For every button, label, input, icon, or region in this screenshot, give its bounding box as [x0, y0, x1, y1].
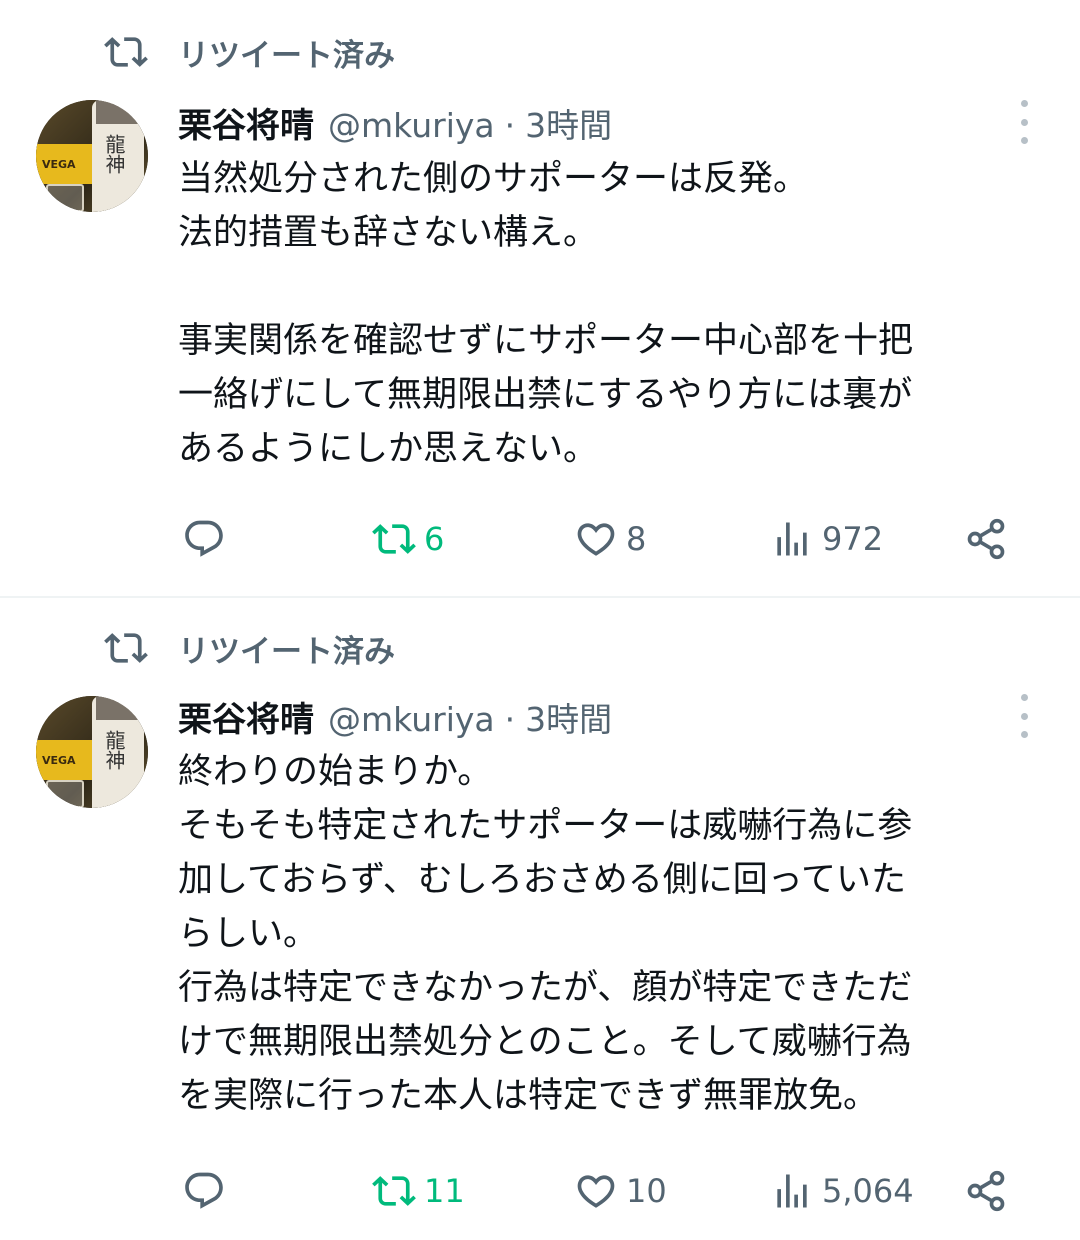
views-button[interactable]: 5,064	[770, 1168, 914, 1214]
tweet-line: 終わりの始まりか。	[178, 752, 493, 792]
separator-dot: ·	[504, 106, 516, 145]
retweet-button[interactable]: 11	[372, 1168, 465, 1214]
retweet-label: リツイート済み	[178, 37, 395, 74]
tweet[interactable]: リツイート済み VEGA 龍神 栗谷将晴 @mkuriya · 3時間 終わりの…	[0, 598, 1080, 1240]
more-dot-icon	[1020, 118, 1028, 126]
reply-button[interactable]	[182, 1168, 234, 1214]
tweet-line: そもそも特定されたサポーターは威嚇行為に参	[178, 806, 913, 846]
like-count: 8	[626, 520, 647, 558]
retweet-icon	[372, 1176, 416, 1206]
more-dot-icon	[1020, 137, 1028, 144]
tweet-line: あるようにしか思えない。	[178, 429, 599, 469]
like-count: 10	[626, 1172, 667, 1210]
views-button[interactable]: 972	[770, 516, 883, 562]
more-options-button[interactable]	[1010, 694, 1038, 738]
retweet-count: 11	[424, 1172, 465, 1210]
timestamp[interactable]: 3時間	[525, 693, 612, 741]
more-dot-icon	[1020, 731, 1028, 738]
separator-dot: ·	[504, 700, 516, 739]
tweet-line	[178, 260, 1038, 314]
reply-icon	[185, 520, 223, 557]
retweet-label: リツイート済み	[178, 633, 395, 670]
like-button[interactable]: 8	[574, 516, 646, 562]
share-button[interactable]	[964, 1168, 1008, 1214]
avatar[interactable]: VEGA 龍神	[36, 100, 148, 212]
retweet-icon	[372, 524, 416, 554]
retweet-context: リツイート済み	[104, 623, 395, 673]
tweet-line: けで無期限出禁処分とのこと。そして威嚇行為	[178, 1022, 912, 1062]
tweet-line: 行為は特定できなかったが、顔が特定できただ	[178, 968, 913, 1008]
like-button[interactable]: 10	[574, 1168, 667, 1214]
retweet-count: 6	[424, 520, 445, 558]
tweet-line: らしい。	[178, 914, 319, 954]
tweet-line: 一絡げにして無期限出禁にするやり方には裏が	[178, 375, 913, 415]
tweet-line: 法的措置も辞さない構え。	[178, 213, 599, 253]
analytics-icon	[777, 522, 807, 556]
author-name[interactable]: 栗谷将晴	[178, 692, 314, 741]
share-icon	[967, 518, 1005, 560]
share-button[interactable]	[964, 516, 1008, 562]
tweet-text: 当然処分された側のサポーターは反発。 法的措置も辞さない構え。 事実関係を確認せ…	[178, 152, 1038, 476]
retweet-icon	[104, 633, 148, 663]
heart-icon	[577, 523, 615, 556]
more-dot-icon	[1020, 100, 1028, 107]
tweet-header: 栗谷将晴 @mkuriya · 3時間	[178, 692, 612, 740]
reply-icon	[185, 1172, 223, 1209]
retweet-icon	[104, 37, 148, 67]
tweet-header: 栗谷将晴 @mkuriya · 3時間	[178, 98, 612, 146]
heart-icon	[577, 1175, 615, 1208]
tweet-line: 当然処分された側のサポーターは反発。	[178, 159, 809, 199]
more-dot-icon	[1020, 712, 1028, 720]
tweet-line: 加しておらず、むしろおさめる側に回っていた	[178, 860, 907, 900]
timestamp[interactable]: 3時間	[525, 99, 612, 147]
retweet-button[interactable]: 6	[372, 516, 444, 562]
analytics-icon	[777, 1174, 807, 1208]
author-handle[interactable]: @mkuriya	[328, 106, 495, 145]
view-count: 5,064	[822, 1172, 914, 1210]
view-count: 972	[822, 520, 884, 558]
tweet-text: 終わりの始まりか。 そもそも特定されたサポーターは威嚇行為に参 加しておらず、む…	[178, 745, 1038, 1123]
tweet[interactable]: リツイート済み VEGA 龍神 栗谷将晴 @mkuriya · 3時間 当然処分…	[0, 0, 1080, 596]
retweet-context: リツイート済み	[104, 27, 395, 77]
reply-button[interactable]	[182, 516, 234, 562]
author-handle[interactable]: @mkuriya	[328, 700, 495, 739]
tweet-line: を実際に行った本人は特定できず無罪放免。	[178, 1076, 879, 1116]
more-dot-icon	[1020, 694, 1028, 701]
more-options-button[interactable]	[1010, 100, 1038, 144]
avatar[interactable]: VEGA 龍神	[36, 696, 148, 808]
share-icon	[967, 1170, 1005, 1212]
tweet-line: 事実関係を確認せずにサポーター中心部を十把	[178, 321, 914, 361]
author-name[interactable]: 栗谷将晴	[178, 98, 314, 147]
